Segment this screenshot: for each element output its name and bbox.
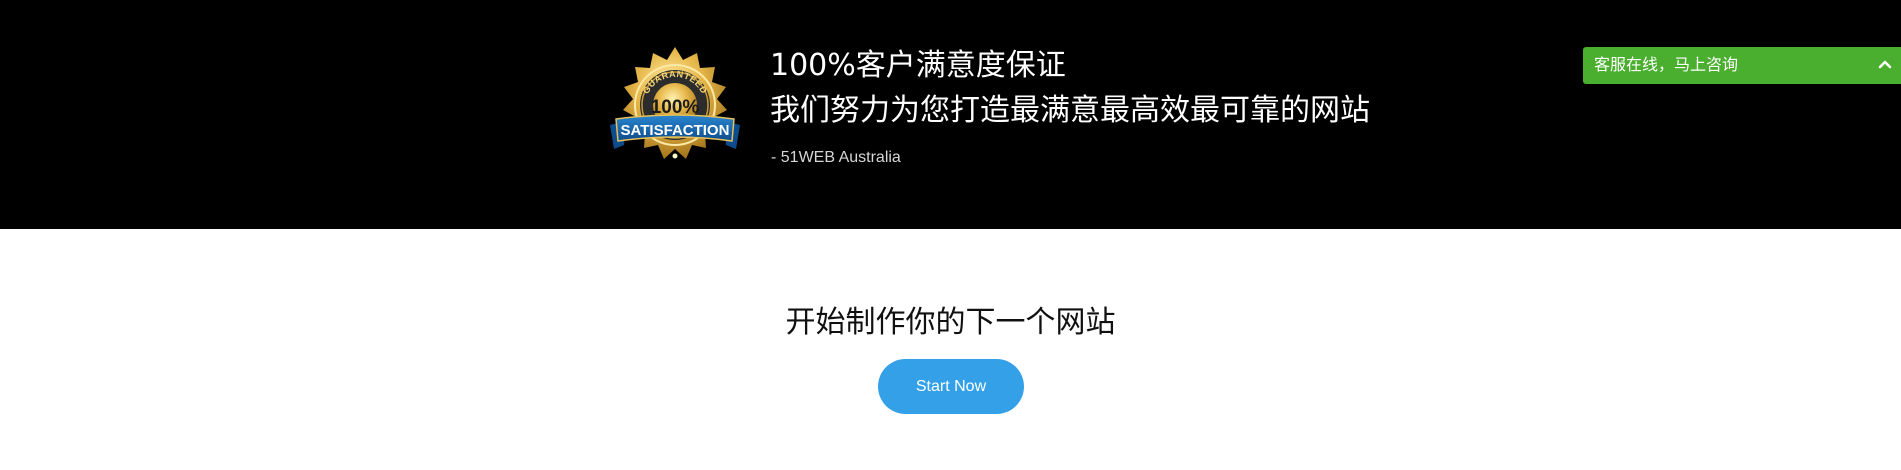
company-signature: - 51WEB Australia: [771, 149, 901, 166]
chevron-up-icon[interactable]: [1875, 55, 1895, 75]
guarantee-subtitle: 我们努力为您打造最满意最高效最可靠的网站: [770, 93, 1370, 128]
live-chat-label: 客服在线，马上咨询: [1594, 55, 1739, 74]
cta-title: 开始制作你的下一个网站: [785, 305, 1116, 340]
guarantee-banner: GUARANTEED 100% SATISFACTION 100%客户满意度保证…: [0, 0, 1901, 229]
guarantee-title: 100%客户满意度保证: [770, 48, 1066, 83]
start-now-button[interactable]: Start Now: [878, 359, 1024, 414]
live-chat-bar[interactable]: 客服在线，马上咨询: [1583, 47, 1901, 84]
satisfaction-badge-icon: GUARANTEED 100% SATISFACTION: [610, 47, 740, 159]
badge-ribbon-text: SATISFACTION: [621, 122, 730, 139]
